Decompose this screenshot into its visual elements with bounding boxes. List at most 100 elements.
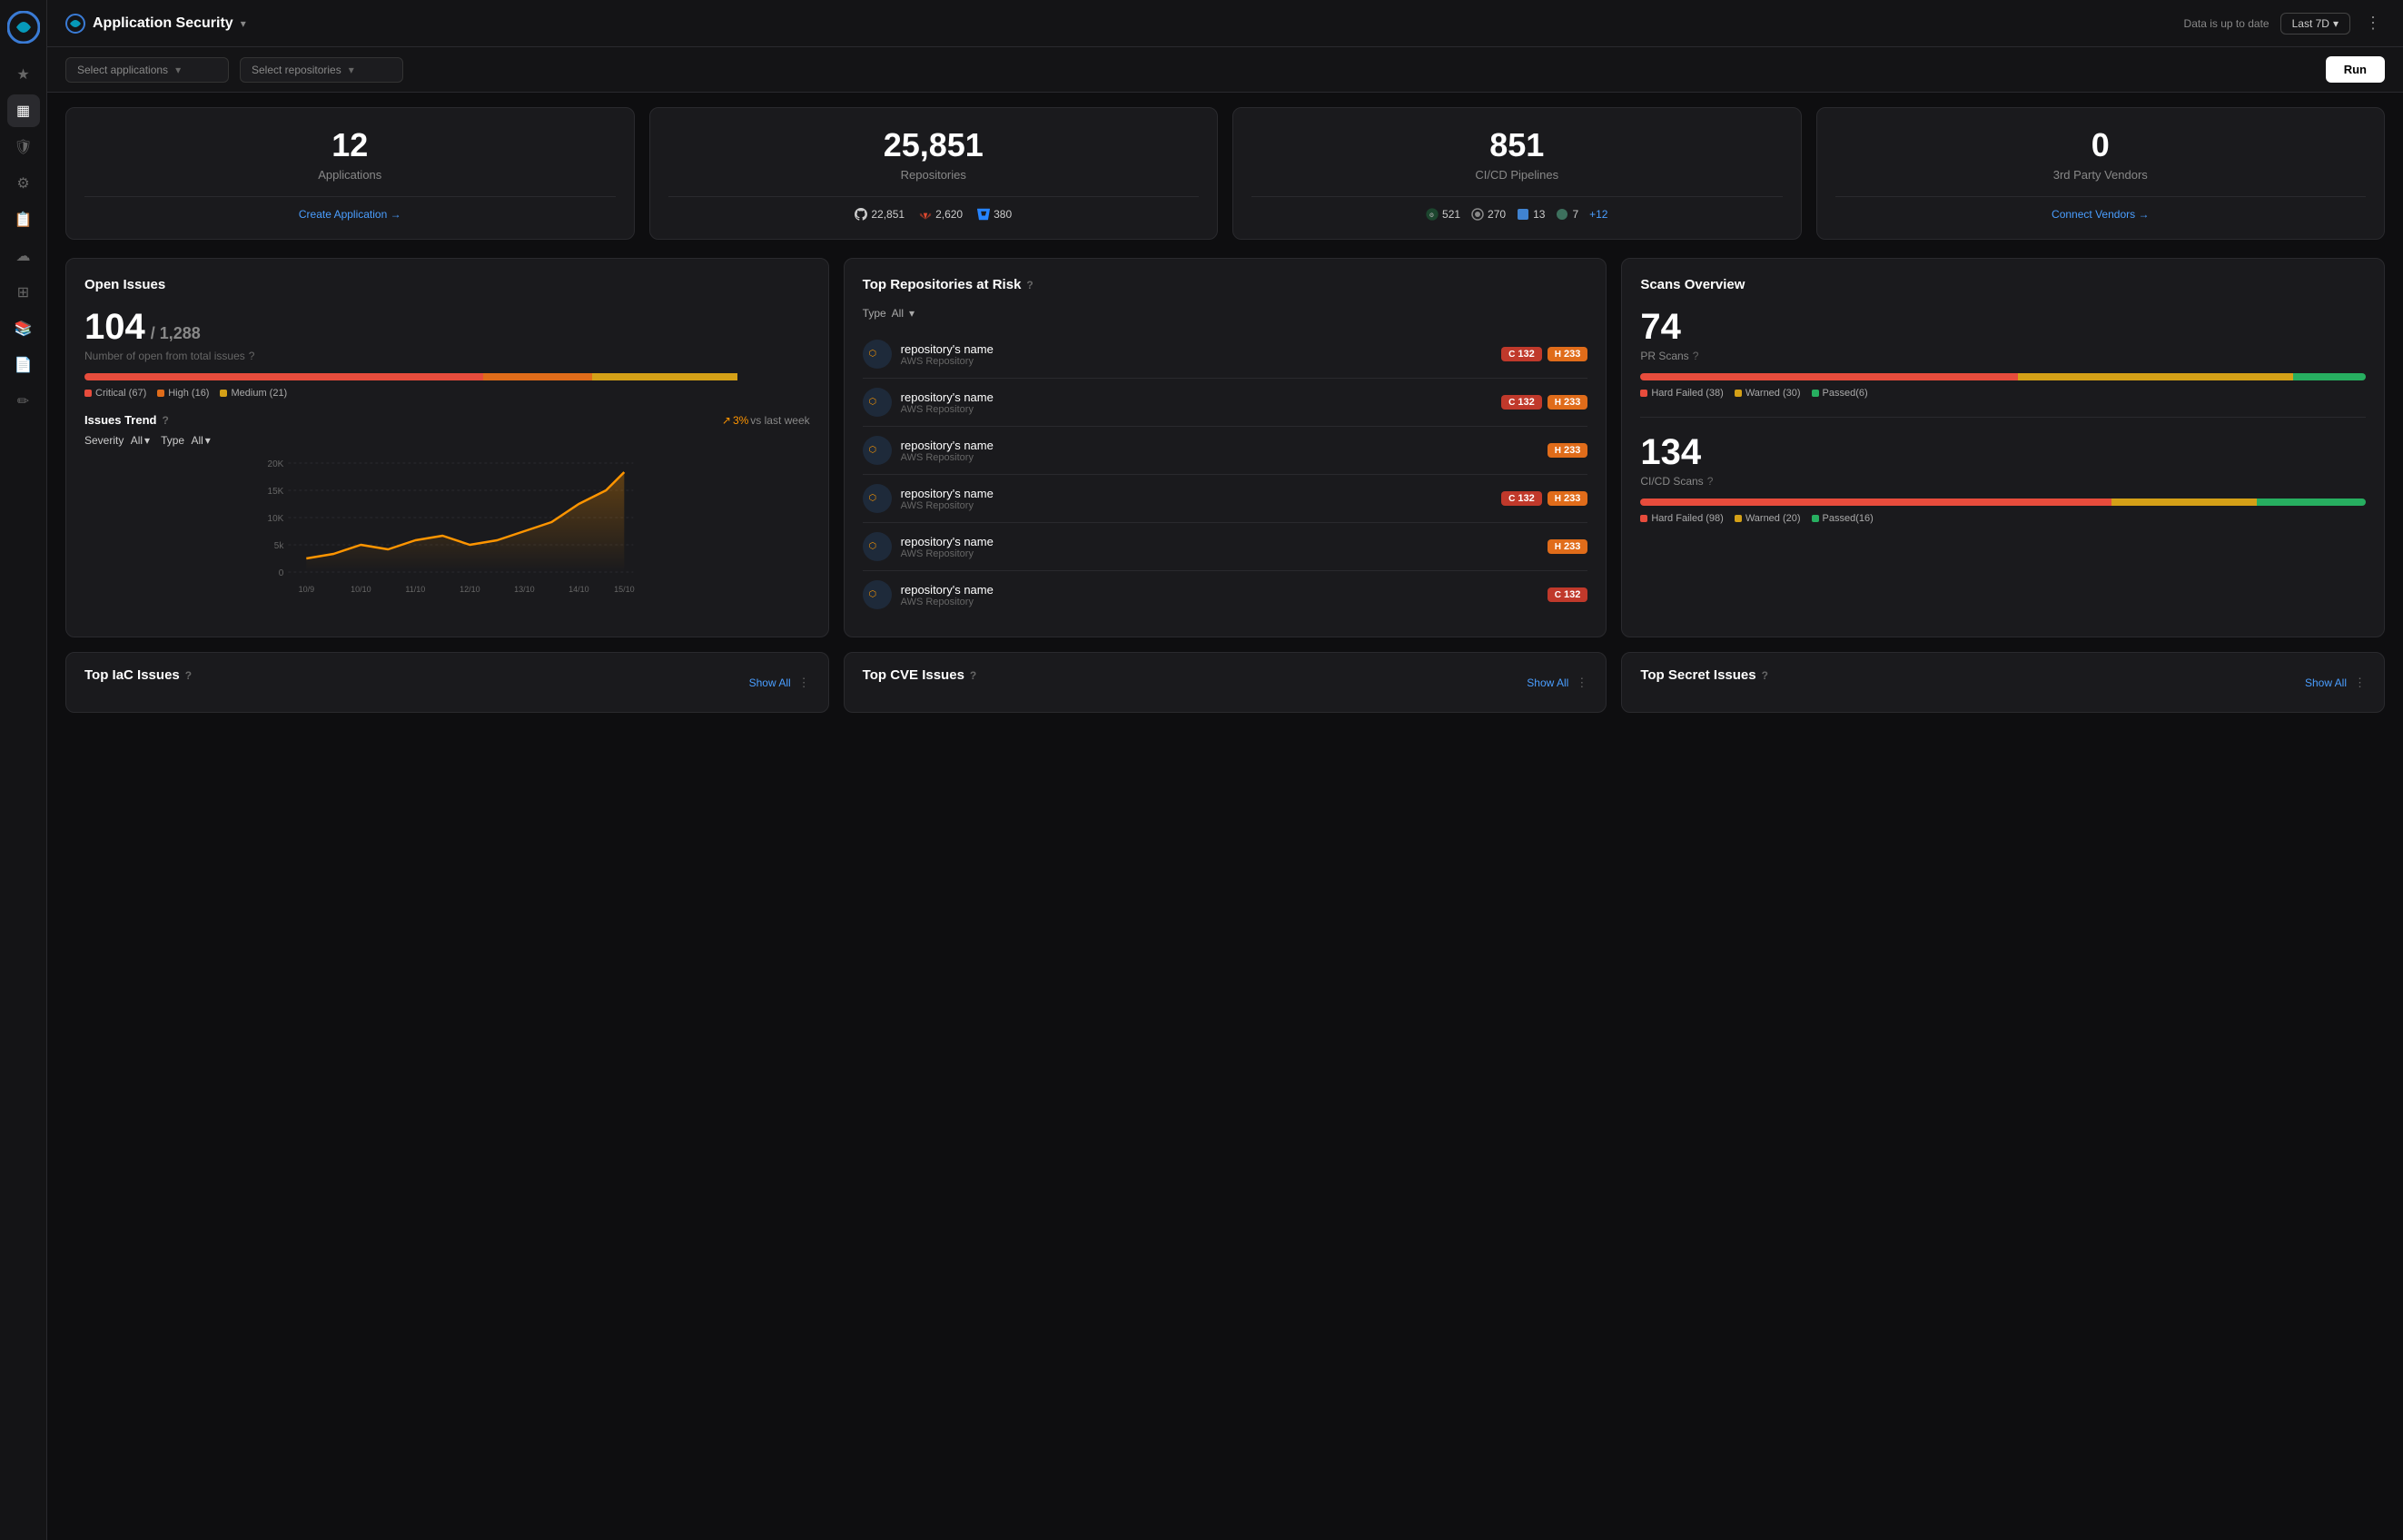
repo-avatar: ⬡ [863, 532, 892, 561]
svg-text:⬡: ⬡ [868, 397, 875, 407]
repos-type-filter: Type All ▾ [863, 307, 1588, 320]
issues-legend: Critical (67) High (16) Medium (21) [84, 388, 810, 399]
repositories-count: 25,851 [668, 126, 1200, 164]
cicd-scans-number: 134 [1640, 432, 2366, 473]
high-badge: H 233 [1548, 443, 1588, 458]
repo-info: repository's name AWS Repository [901, 535, 1538, 559]
cicd-scans-bar [1640, 499, 2366, 506]
cicd-passed-dot [1812, 515, 1819, 522]
logo[interactable] [7, 11, 40, 44]
pr-warned-legend: Warned (30) [1735, 388, 1801, 399]
critical-badge: C 132 [1501, 491, 1542, 506]
iac-actions: Show All ⋮ [749, 676, 810, 690]
bitbucket-icon [977, 208, 990, 221]
cicd-label: CI/CD Pipelines [1251, 168, 1783, 182]
sidebar-icon-star[interactable]: ★ [7, 58, 40, 91]
sidebar-icon-grid[interactable]: ⊞ [7, 276, 40, 309]
open-issues-desc: Number of open from total issues ? [84, 350, 810, 362]
pr-failed-legend: Hard Failed (38) [1640, 388, 1723, 399]
trend-chart: 20K 15K 10K 5k 0 10/9 10/10 11/10 12/10 … [84, 454, 810, 599]
svg-text:11/10: 11/10 [405, 585, 425, 594]
middle-row: Open Issues 104 / 1,288 Number of open f… [65, 258, 2385, 637]
repo-badges: C 132 H 233 [1501, 395, 1587, 410]
sidebar-icon-shield[interactable]: 🛡 [7, 131, 40, 163]
severity-filter[interactable]: Severity All ▾ [84, 434, 150, 447]
repo-item: ⬡ repository's name AWS Repository C 132… [863, 475, 1588, 523]
gitlab-count: 2,620 [919, 208, 963, 221]
cve-more-icon[interactable]: ⋮ [1576, 676, 1587, 690]
cicd-passed-legend: Passed(16) [1812, 513, 1874, 524]
repo-avatar: ⬡ [863, 484, 892, 513]
iac-show-all[interactable]: Show All [749, 676, 791, 689]
bottom-sections: Top IaC Issues ? Show All ⋮ Top CVE Issu… [65, 652, 2385, 713]
critical-segment [84, 373, 483, 380]
app-logo-icon [65, 14, 85, 34]
title-chevron-icon[interactable]: ▾ [241, 17, 246, 30]
svg-text:⬡: ⬡ [868, 445, 875, 455]
repo-avatar: ⬡ [863, 580, 892, 609]
sidebar-icon-library[interactable]: 📚 [7, 312, 40, 345]
svg-text:15/10: 15/10 [614, 585, 635, 594]
cicd-help-icon[interactable]: ? [1707, 475, 1714, 488]
top-repos-help-icon[interactable]: ? [1026, 279, 1033, 291]
svg-text:⬡: ⬡ [868, 493, 875, 503]
sidebar-icon-edit[interactable]: ✏ [7, 385, 40, 418]
sidebar-icon-document[interactable]: 📄 [7, 349, 40, 381]
top-repos-card: Top Repositories at Risk ? Type All ▾ ⬡ … [844, 258, 1607, 637]
stat-repositories: 25,851 Repositories 22,851 2,620 380 [649, 107, 1219, 240]
sidebar: ★ ▦ 🛡 ⚙ 📋 ☁ ⊞ 📚 📄 ✏ [0, 0, 47, 1540]
secret-show-all[interactable]: Show All [2305, 676, 2347, 689]
more-options-button[interactable]: ⋮ [2361, 10, 2385, 36]
open-issues-card: Open Issues 104 / 1,288 Number of open f… [65, 258, 829, 637]
applications-select[interactable]: Select applications ▾ [65, 57, 229, 83]
stat-vendors: 0 3rd Party Vendors Connect Vendors → [1816, 107, 2386, 240]
cicd-failed-segment [1640, 499, 2111, 506]
pr-scans-number: 74 [1640, 307, 2366, 348]
iac-title: Top IaC Issues ? [84, 667, 192, 683]
pr-help-icon[interactable]: ? [1693, 350, 1699, 362]
repositories-select[interactable]: Select repositories ▾ [240, 57, 403, 83]
critical-badge: C 132 [1548, 587, 1588, 602]
connect-vendors-link[interactable]: Connect Vendors → [1835, 208, 2367, 221]
secret-more-icon[interactable]: ⋮ [2354, 676, 2366, 690]
cve-title: Top CVE Issues ? [863, 667, 977, 683]
sidebar-icon-clipboard[interactable]: 📋 [7, 203, 40, 236]
cicd-failed-legend: Hard Failed (98) [1640, 513, 1723, 524]
svg-text:10K: 10K [268, 514, 284, 524]
applications-label: Applications [84, 168, 616, 182]
iac-issues-card: Top IaC Issues ? Show All ⋮ [65, 652, 829, 713]
secret-help-icon[interactable]: ? [1762, 669, 1768, 682]
high-segment [483, 373, 592, 380]
medium-legend: Medium (21) [220, 388, 287, 399]
open-issues-help-icon[interactable]: ? [249, 350, 255, 362]
sidebar-icon-cloud[interactable]: ☁ [7, 240, 40, 272]
cve-help-icon[interactable]: ? [970, 669, 976, 682]
cicd-passed-segment [2257, 499, 2366, 506]
square-icon [1517, 208, 1529, 221]
scans-divider [1640, 417, 2366, 418]
repo-info: repository's name AWS Repository [901, 342, 1492, 367]
repositories-label: Repositories [668, 168, 1200, 182]
sidebar-icon-dashboard[interactable]: ▦ [7, 94, 40, 127]
repo-badges: H 233 [1548, 539, 1588, 554]
open-issues-title: Open Issues [84, 277, 810, 292]
sidebar-icon-settings[interactable]: ⚙ [7, 167, 40, 200]
pr-failed-segment [1640, 373, 2017, 380]
trend-chart-svg: 20K 15K 10K 5k 0 10/9 10/10 11/10 12/10 … [84, 454, 810, 599]
trend-header: Issues Trend ? ↗ 3% vs last week [84, 413, 810, 427]
stats-row: 12 Applications Create Application → 25,… [65, 107, 2385, 240]
high-legend: High (16) [157, 388, 209, 399]
time-range-button[interactable]: Last 7D ▾ [2280, 13, 2350, 35]
type-filter[interactable]: Type All ▾ [161, 434, 211, 447]
high-badge: H 233 [1548, 539, 1588, 554]
high-badge: H 233 [1548, 347, 1588, 361]
pr-legend: Hard Failed (38) Warned (30) Passed(6) [1640, 388, 2366, 399]
top-repos-title: Top Repositories at Risk ? [863, 277, 1588, 292]
create-application-link[interactable]: Create Application → [84, 208, 616, 221]
cicd-item-4: 7 [1556, 208, 1578, 221]
cve-show-all[interactable]: Show All [1527, 676, 1568, 689]
trend-help-icon[interactable]: ? [162, 414, 168, 427]
iac-more-icon[interactable]: ⋮ [798, 676, 810, 690]
iac-help-icon[interactable]: ? [185, 669, 192, 682]
run-button[interactable]: Run [2326, 56, 2385, 83]
